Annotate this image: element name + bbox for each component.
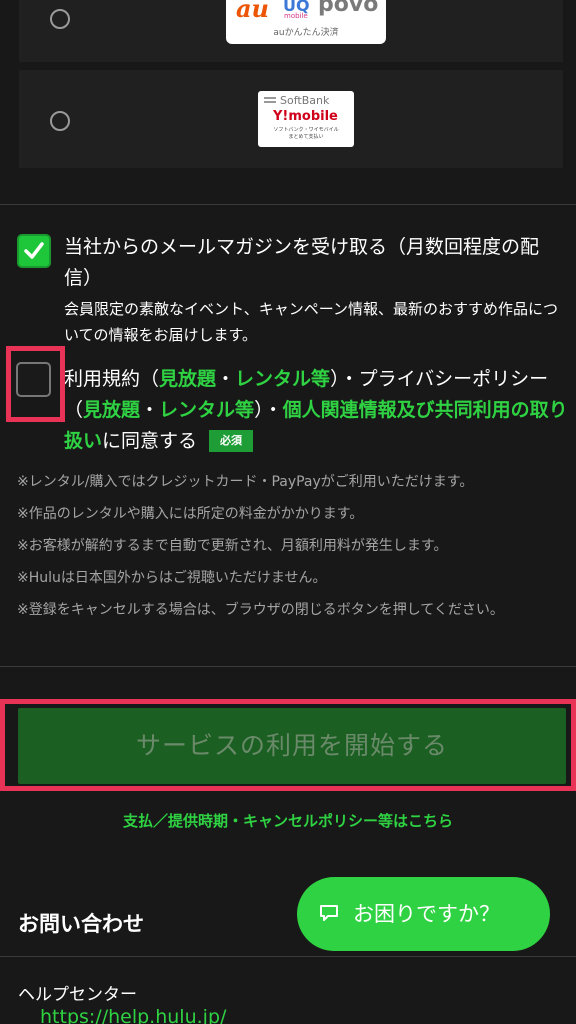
logo-text: SoftBank <box>280 94 330 107</box>
newsletter-label: 当社からのメールマガジンを受け取る（月数回程度の配信） <box>64 236 540 289</box>
logo-caption: auかんたん決済 <box>273 28 339 38</box>
divider <box>0 204 576 205</box>
divider <box>0 956 576 957</box>
contact-heading: お問い合わせ <box>18 912 144 936</box>
required-badge: 必須 <box>209 430 254 452</box>
terms-text: ・ <box>216 368 236 390</box>
terms-label: 利用規約（見放題・レンタル等）・プライバシーポリシー（見放題・レンタル等）・個人… <box>64 364 569 457</box>
logo-text: povo <box>318 0 379 17</box>
note-item: ※Huluは日本国外からはご視聴いただけません。 <box>17 570 327 586</box>
newsletter-description: 会員限定の素敵なイベント、キャンペーン情報、最新のおすすめ作品についての情報をお… <box>64 300 558 344</box>
chat-bubble-icon <box>320 905 338 921</box>
au-payment-logo: au UQ mobile povo auかんたん決済 <box>226 0 386 44</box>
note-item: ※レンタル/購入ではクレジットカード・PayPayがご利用いただけます。 <box>17 474 474 490</box>
help-center-link[interactable]: https://help.hulu.jp/ <box>40 1006 226 1024</box>
logo-text: mobile <box>284 12 308 20</box>
radio-button[interactable] <box>50 9 70 29</box>
logo-caption: まとめて支払い <box>288 134 324 140</box>
highlight-box <box>0 699 576 791</box>
newsletter-checkbox[interactable] <box>17 234 51 268</box>
signup-page: au UQ mobile povo auかんたん決済 SoftBank Y!mo… <box>0 0 576 1024</box>
logo-text: Y!mobile <box>273 109 338 124</box>
radio-button[interactable] <box>50 111 70 131</box>
softbank-ymobile-logo: SoftBank Y!mobile ソフトバンク・ワイモバイル まとめて支払い <box>258 91 354 147</box>
terms-link-unlimited[interactable]: 見放題 <box>159 368 216 390</box>
check-icon <box>24 242 44 259</box>
note-item: ※作品のレンタルや購入には所定の料金がかかります。 <box>17 506 364 522</box>
logo-text: au <box>236 0 269 23</box>
payment-option-au[interactable]: au UQ mobile povo auかんたん決済 <box>19 0 563 62</box>
terms-text: 利用規約（ <box>64 368 160 390</box>
terms-text: に同意する <box>102 430 198 452</box>
terms-link-rental[interactable]: レンタル等 <box>235 368 330 390</box>
divider <box>0 666 576 667</box>
terms-text: ・ <box>140 399 160 421</box>
privacy-link-rental[interactable]: レンタル等 <box>159 399 254 421</box>
payment-option-softbank[interactable]: SoftBank Y!mobile ソフトバンク・ワイモバイル まとめて支払い <box>19 70 563 168</box>
logo-bar <box>264 101 276 103</box>
logo-caption: ソフトバンク・ワイモバイル <box>273 127 339 133</box>
cancellation-policy-link[interactable]: 支払／提供時期・キャンセルポリシー等はこちら <box>0 810 576 831</box>
privacy-link-unlimited[interactable]: 見放題 <box>83 399 140 421</box>
help-button-label: お困りですか？ <box>353 902 500 926</box>
help-chat-button[interactable]: お困りですか？ <box>297 877 550 951</box>
help-center-label: ヘルプセンター <box>18 985 137 1005</box>
terms-text: ）・ <box>254 399 283 421</box>
logo-bar <box>264 97 276 99</box>
note-item: ※お客様が解約するまで自動で更新され、月額利用料が発生します。 <box>17 538 448 554</box>
notes-list: ※レンタル/購入ではクレジットカード・PayPayがご利用いただけます。 ※作品… <box>17 466 557 623</box>
note-item: ※登録をキャンセルする場合は、ブラウザの閉じるボタンを押してください。 <box>17 602 504 618</box>
highlight-box <box>6 346 65 422</box>
